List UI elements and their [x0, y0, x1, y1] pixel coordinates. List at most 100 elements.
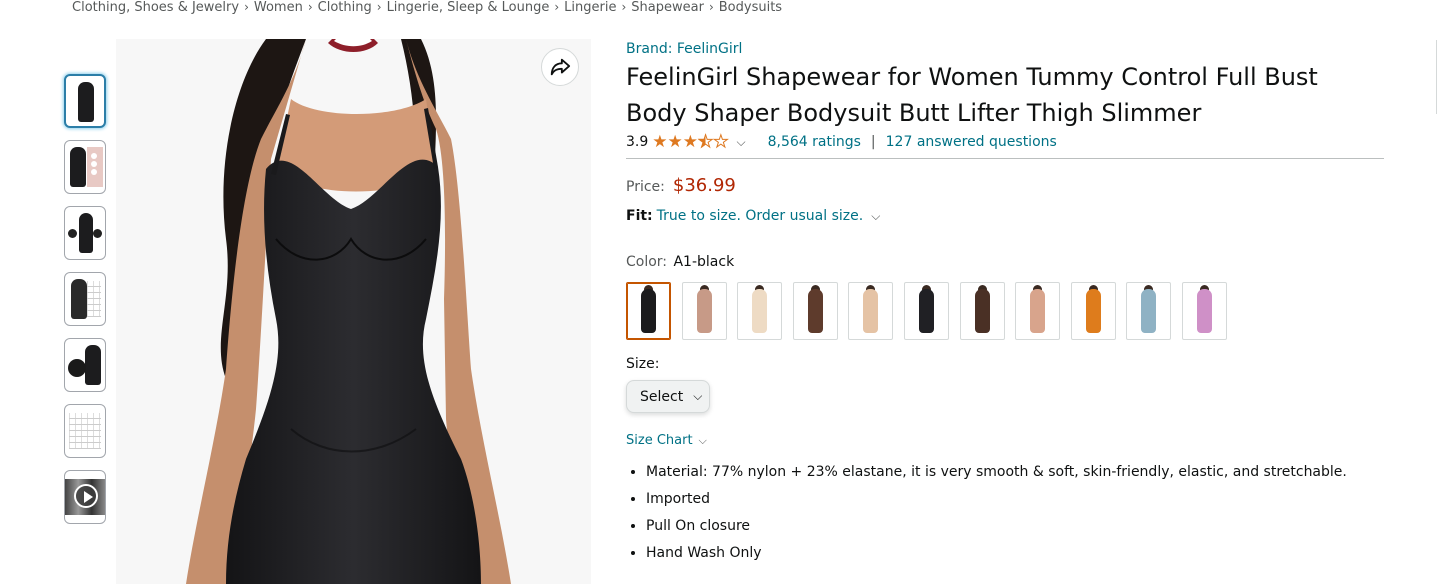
swatch-figure — [807, 289, 823, 333]
feature-bullets: Material: 77% nylon + 23% elastane, it i… — [626, 459, 1386, 567]
breadcrumb-separator: › — [554, 0, 560, 14]
product-info: Brand: FeelinGirl FeelinGirl Shapewear f… — [626, 38, 1386, 567]
breadcrumb-item[interactable]: Lingerie — [564, 0, 616, 15]
size-chart-link[interactable]: Size Chart ⌵ — [626, 433, 707, 448]
color-swatch[interactable] — [737, 282, 783, 340]
breadcrumb-item[interactable]: Women — [254, 0, 303, 15]
price-row: Price: $36.99 — [626, 175, 1386, 196]
product-photo — [116, 39, 591, 584]
color-row: Color: A1-black — [626, 254, 1386, 270]
star-full-icon: ★ — [682, 131, 699, 152]
color-swatch[interactable] — [848, 282, 894, 340]
color-value: A1-black — [673, 254, 735, 270]
size-chart-thumbnail — [69, 413, 101, 449]
fit-label: Fit: — [626, 208, 653, 224]
thumbnail-text-block — [87, 281, 101, 317]
breadcrumb-item[interactable]: Shapewear — [631, 0, 704, 15]
product-thumbnail-figure — [79, 213, 93, 253]
thumbnail-detail — [68, 359, 86, 377]
size-chart-label: Size Chart — [626, 433, 693, 448]
color-swatch[interactable] — [1126, 282, 1172, 340]
video-thumbnail[interactable] — [64, 470, 106, 524]
rating-row: 3.9 ★ ★ ★ ★ ★ ⌵ 8,564 ratings | 127 answ… — [626, 132, 1386, 152]
fit-row: Fit: True to size. Order usual size. ⌵ — [626, 208, 1386, 224]
thumbnail-image[interactable] — [64, 404, 106, 458]
color-swatch[interactable] — [792, 282, 838, 340]
breadcrumb-item[interactable]: Bodysuits — [719, 0, 782, 15]
breadcrumb-separator: › — [307, 0, 313, 14]
thumbnail-image[interactable] — [64, 140, 106, 194]
breadcrumb-item[interactable]: Clothing — [318, 0, 372, 15]
chevron-down-icon[interactable]: ⌵ — [871, 209, 880, 224]
feature-bullet: Hand Wash Only — [646, 540, 1386, 567]
size-dropdown-value: Select — [640, 388, 684, 405]
breadcrumb-separator: › — [708, 0, 714, 14]
thumbnail-image[interactable] — [64, 338, 106, 392]
swatch-figure — [752, 289, 768, 333]
color-swatch[interactable] — [959, 282, 1005, 340]
rating-value: 3.9 — [626, 134, 649, 150]
product-thumbnail-figure — [85, 345, 101, 385]
swatch-figure — [1085, 289, 1101, 333]
color-swatch[interactable] — [1181, 282, 1227, 340]
product-thumbnail-figure — [78, 82, 94, 122]
product-title: FeelinGirl Shapewear for Women Tummy Con… — [626, 63, 1318, 127]
color-label: Color: — [626, 254, 668, 270]
breadcrumb-separator: › — [244, 0, 249, 14]
price-label: Price: — [626, 179, 665, 195]
separator: | — [870, 134, 876, 150]
right-panel-edge — [1436, 40, 1440, 114]
feature-bullet: Material: 77% nylon + 23% elastane, it i… — [646, 459, 1386, 486]
star-half-icon: ★ — [698, 131, 714, 152]
breadcrumb-separator: › — [621, 0, 627, 14]
color-swatch-list — [626, 282, 1386, 340]
star-rating[interactable]: ★ ★ ★ ★ ★ — [652, 131, 729, 152]
size-label: Size: — [626, 356, 660, 372]
feature-bullet: Imported — [646, 486, 1386, 513]
swatch-figure — [974, 289, 990, 333]
thumbnail-list — [64, 74, 110, 536]
swatch-figure — [918, 289, 934, 333]
share-icon — [550, 58, 571, 76]
star-full-icon: ★ — [652, 131, 668, 152]
price-value: $36.99 — [672, 175, 736, 196]
brand-link[interactable]: Brand: FeelinGirl — [626, 41, 742, 57]
chevron-down-icon[interactable]: ⌵ — [737, 135, 746, 150]
color-swatch[interactable] — [1070, 282, 1116, 340]
swatch-figure — [1030, 289, 1046, 333]
main-product-image[interactable] — [116, 39, 591, 584]
size-dropdown[interactable]: Select ⌵ — [626, 380, 710, 413]
breadcrumb-item[interactable]: Lingerie, Sleep & Lounge — [387, 0, 550, 15]
chevron-down-icon: ⌵ — [698, 434, 707, 447]
thumbnail-dots — [91, 151, 101, 177]
star-empty-icon: ★ — [713, 131, 729, 152]
chevron-down-icon: ⌵ — [693, 389, 703, 403]
color-swatch[interactable] — [903, 282, 949, 340]
swatch-figure — [863, 289, 879, 333]
swatch-figure — [696, 289, 712, 333]
thumbnail-image[interactable] — [64, 272, 106, 326]
product-thumbnail-figure — [70, 147, 86, 187]
thumbnail-image[interactable] — [64, 206, 106, 260]
swatch-figure — [641, 289, 656, 333]
color-swatch[interactable] — [626, 282, 671, 340]
color-swatch[interactable] — [681, 282, 727, 340]
thumbnail-detail — [68, 229, 77, 238]
ratings-count-link[interactable]: 8,564 ratings — [768, 134, 861, 150]
fit-link[interactable]: True to size. Order usual size. — [657, 208, 864, 224]
star-full-icon: ★ — [667, 131, 683, 152]
feature-bullet: Pull On closure — [646, 513, 1386, 540]
breadcrumb-item[interactable]: Clothing, Shoes & Jewelry — [72, 0, 239, 15]
breadcrumb-separator: › — [376, 0, 382, 14]
swatch-figure — [1141, 289, 1157, 333]
share-button[interactable] — [541, 48, 579, 86]
answered-questions-link[interactable]: 127 answered questions — [886, 134, 1057, 150]
thumbnail-detail — [93, 229, 102, 238]
divider — [626, 158, 1384, 159]
color-swatch[interactable] — [1015, 282, 1061, 340]
breadcrumb: Clothing, Shoes & Jewelry › Women › Clothing… — [72, 0, 782, 15]
play-icon[interactable] — [74, 484, 98, 508]
swatch-figure — [1196, 289, 1212, 333]
product-thumbnail-figure — [71, 279, 87, 319]
thumbnail-image[interactable] — [64, 74, 106, 128]
